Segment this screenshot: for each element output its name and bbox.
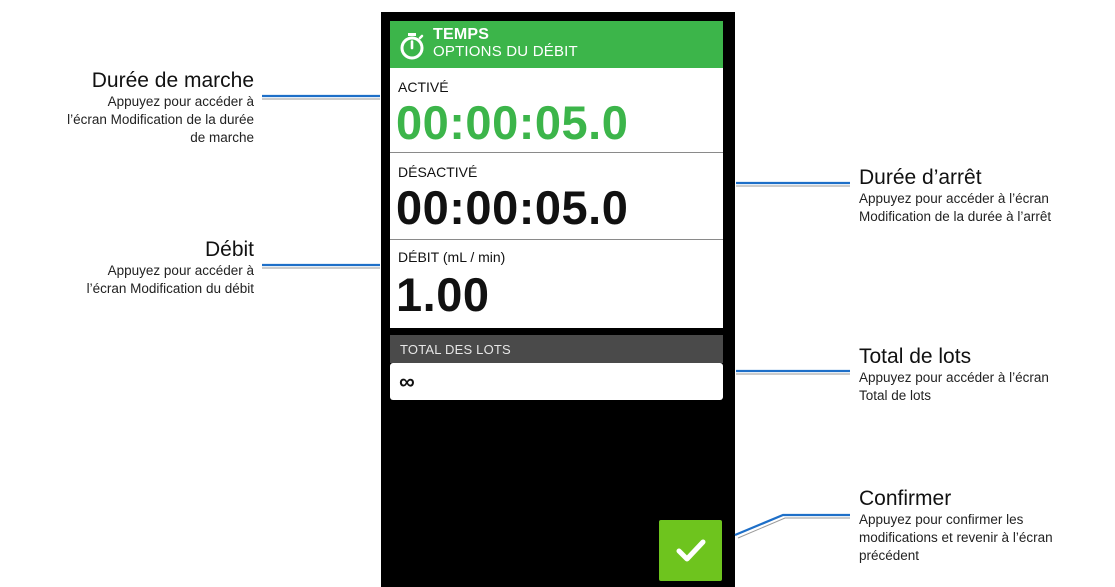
annotation-flow: Débit Appuyez pour accéder à l’écran Mod…	[87, 238, 254, 298]
annotation-desc: modifications et revenir à l’écran	[859, 529, 1053, 545]
annotation-title: Durée d’arrêt	[859, 166, 982, 189]
annotation-desc: Total de lots	[859, 387, 932, 403]
annotation-confirm: Confirmer Appuyez pour confirmer les mod…	[859, 487, 1053, 565]
annotation-desc: Appuyez pour accéder à l’écran	[859, 370, 1049, 386]
annotation-desc: Appuyez pour confirmer les	[859, 512, 1024, 528]
annotation-title: Débit	[204, 238, 254, 261]
annotation-title: Durée de marche	[91, 69, 254, 92]
annotation-run-time: Durée de marche Appuyez pour accéder à l…	[67, 69, 254, 147]
annotation-desc: Modification de la durée à l’arrêt	[859, 208, 1052, 224]
annotation-desc: Appuyez pour accéder à	[107, 94, 254, 110]
annotation-desc: l’écran Modification du débit	[86, 280, 254, 296]
annotation-off-time: Durée d’arrêt Appuyez pour accéder à l’é…	[859, 166, 1051, 226]
annotation-title: Confirmer	[859, 487, 952, 510]
annotation-desc: précédent	[859, 547, 920, 563]
annotation-desc: Appuyez pour accéder à l’écran	[859, 191, 1049, 207]
annotation-desc: Appuyez pour accéder à	[107, 263, 254, 279]
annotation-desc: de marche	[190, 129, 254, 145]
annotation-batch-total: Total de lots Appuyez pour accéder à l’é…	[859, 345, 1049, 405]
annotation-desc: l’écran Modification de la durée	[67, 111, 254, 127]
annotation-title: Total de lots	[859, 345, 972, 368]
